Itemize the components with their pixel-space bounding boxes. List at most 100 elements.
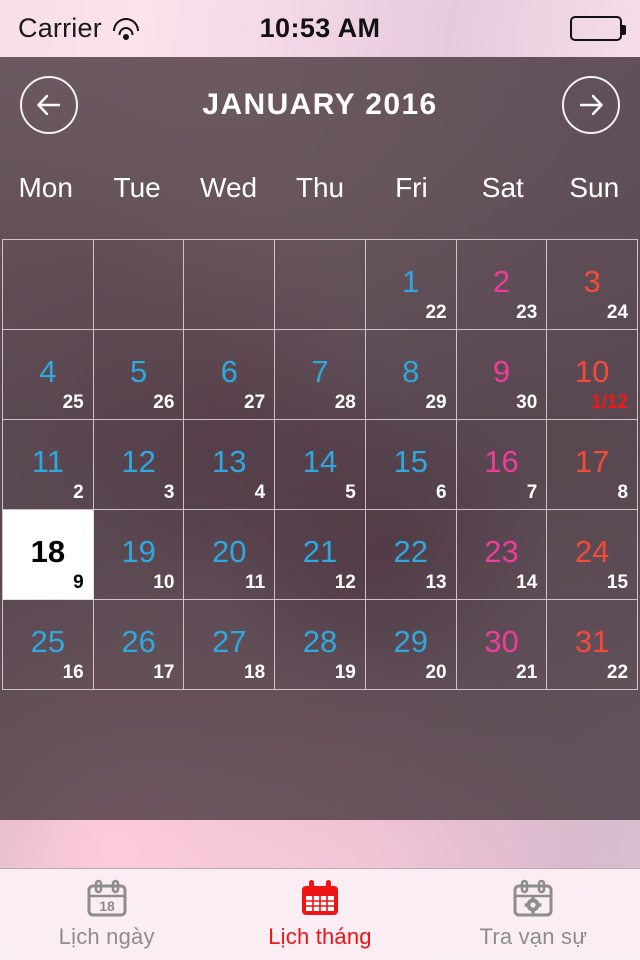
calendar-cell-empty bbox=[3, 240, 94, 330]
lunar-date: 21 bbox=[516, 662, 538, 683]
calendar-day-cell[interactable]: 13 4 bbox=[184, 420, 276, 510]
weekday-label-fri: Fri bbox=[395, 172, 428, 203]
page-title: JANUARY 2016 bbox=[202, 88, 438, 121]
svg-text:18: 18 bbox=[99, 898, 115, 914]
calendar-week-row: 18 9 19 10 20 11 21 12 22 13 23 14 24 15 bbox=[3, 510, 639, 600]
calendar-day-cell[interactable]: 31 22 bbox=[547, 600, 639, 690]
calendar-day-cell[interactable]: 5 26 bbox=[93, 330, 185, 420]
calendar-day-cell[interactable]: 30 21 bbox=[456, 600, 548, 690]
lunar-date: 4 bbox=[254, 482, 266, 503]
lunar-date: 3 bbox=[163, 482, 175, 503]
app-root: Carrier 10:53 AM JANUARY 2016 Mon Tue We… bbox=[0, 0, 640, 960]
lunar-date: 17 bbox=[153, 662, 175, 683]
calendar-day-cell[interactable]: 9 30 bbox=[456, 330, 548, 420]
solar-date: 28 bbox=[302, 623, 338, 659]
tab-calendar-day[interactable]: 18 Lịch ngày bbox=[0, 869, 213, 960]
calendar-day-cell[interactable]: 4 25 bbox=[3, 330, 94, 420]
calendar-day-cell[interactable]: 10 1/12 bbox=[547, 330, 639, 420]
lunar-date: 5 bbox=[345, 482, 356, 503]
lunar-date: 24 bbox=[606, 302, 629, 323]
solar-date: 15 bbox=[393, 443, 428, 479]
lunar-date: 19 bbox=[334, 662, 356, 683]
solar-date: 22 bbox=[393, 533, 428, 569]
tab-label: Tra vạn sự bbox=[479, 924, 588, 949]
lunar-date: 2 bbox=[73, 482, 84, 503]
solar-date: 14 bbox=[302, 443, 338, 479]
lunar-date: 12 bbox=[334, 572, 356, 593]
tab-bar: 18 Lịch ngày Lịch tháng Tra vạn sự bbox=[0, 868, 640, 960]
calendar-month-icon bbox=[301, 880, 338, 915]
calendar-day-cell[interactable]: 24 15 bbox=[547, 510, 639, 600]
lunar-date: 13 bbox=[425, 572, 447, 593]
lunar-date: 16 bbox=[62, 662, 84, 683]
status-bar: Carrier 10:53 AM bbox=[0, 0, 640, 57]
calendar-day-cell[interactable]: 23 14 bbox=[456, 510, 548, 600]
solar-date: 1 bbox=[402, 263, 420, 299]
calendar-day-cell[interactable]: 8 29 bbox=[365, 330, 457, 420]
calendar-cell-empty bbox=[275, 240, 366, 330]
tab-calendar-gear[interactable]: Tra vạn sự bbox=[427, 869, 640, 960]
lunar-date: 9 bbox=[73, 572, 84, 593]
calendar-day-cell[interactable]: 19 10 bbox=[93, 510, 185, 600]
calendar-day-icon: 18 bbox=[87, 879, 127, 917]
calendar-day-cell[interactable]: 20 11 bbox=[184, 510, 276, 600]
calendar-day-cell[interactable]: 25 16 bbox=[3, 600, 94, 690]
calendar-day-cell[interactable]: 29 20 bbox=[365, 600, 457, 690]
weekday-header-row: Mon Tue Wed Thu Fri Sat Sun bbox=[0, 172, 640, 222]
solar-date: 4 bbox=[39, 353, 57, 389]
lunar-date: 22 bbox=[606, 662, 629, 683]
solar-date: 21 bbox=[302, 533, 338, 569]
lunar-date: 28 bbox=[334, 392, 356, 413]
lunar-date: 11 bbox=[245, 572, 266, 593]
calendar-day-cell[interactable]: 2 23 bbox=[456, 240, 548, 330]
solar-date: 30 bbox=[484, 623, 519, 659]
lunar-date: 20 bbox=[425, 662, 447, 683]
solar-date: 17 bbox=[574, 443, 610, 479]
calendar-day-cell[interactable]: 12 3 bbox=[93, 420, 185, 510]
calendar-week-row: 11 2 12 3 13 4 14 5 15 6 16 7 17 8 bbox=[3, 420, 639, 510]
solar-date: 8 bbox=[402, 353, 420, 389]
solar-date: 29 bbox=[393, 623, 428, 659]
lunar-date: 6 bbox=[436, 482, 447, 503]
weekday-label-tue: Tue bbox=[113, 172, 161, 203]
lunar-date: 29 bbox=[425, 392, 447, 413]
calendar-day-cell[interactable]: 28 19 bbox=[275, 600, 366, 690]
solar-date: 12 bbox=[121, 443, 156, 479]
weekday-label-wed: Wed bbox=[200, 172, 258, 203]
calendar-cell-empty bbox=[93, 240, 185, 330]
solar-date: 13 bbox=[212, 443, 247, 479]
status-bar-clock: 10:53 AM bbox=[259, 13, 381, 43]
battery-full-icon bbox=[570, 16, 626, 41]
solar-date: 7 bbox=[311, 353, 329, 389]
calendar-week-row: 4 25 5 26 6 27 7 28 8 29 9 30 10 1/12 bbox=[3, 330, 639, 420]
calendar-day-cell[interactable]: 21 12 bbox=[275, 510, 366, 600]
tab-calendar-month[interactable]: Lịch tháng bbox=[213, 869, 426, 960]
calendar-day-cell[interactable]: 27 18 bbox=[184, 600, 276, 690]
lunar-date: 25 bbox=[62, 392, 84, 413]
calendar-day-cell[interactable]: 26 17 bbox=[93, 600, 185, 690]
calendar-day-cell[interactable]: 22 13 bbox=[365, 510, 457, 600]
lunar-date: 10 bbox=[153, 572, 175, 593]
solar-date: 6 bbox=[220, 353, 238, 389]
calendar-day-cell[interactable]: 16 7 bbox=[456, 420, 548, 510]
lunar-date: 27 bbox=[244, 392, 266, 413]
lunar-date: 7 bbox=[526, 482, 538, 503]
lunar-date: 14 bbox=[516, 572, 538, 593]
solar-date: 18 bbox=[30, 533, 66, 569]
solar-date: 5 bbox=[129, 353, 148, 389]
solar-date: 9 bbox=[492, 353, 511, 389]
solar-date: 16 bbox=[484, 443, 519, 479]
calendar-day-cell[interactable]: 15 6 bbox=[365, 420, 457, 510]
calendar-day-cell[interactable]: 1 22 bbox=[365, 240, 457, 330]
calendar-day-cell[interactable]: 7 28 bbox=[275, 330, 366, 420]
solar-date: 19 bbox=[121, 533, 156, 569]
calendar-day-cell[interactable]: 11 2 bbox=[3, 420, 94, 510]
weekday-label-sat: Sat bbox=[481, 172, 524, 203]
solar-date: 26 bbox=[121, 623, 156, 659]
calendar-day-cell[interactable]: 6 27 bbox=[184, 330, 276, 420]
calendar-day-cell[interactable]: 3 24 bbox=[547, 240, 639, 330]
calendar-day-cell[interactable]: 18 9 bbox=[3, 510, 94, 600]
calendar-day-cell[interactable]: 17 8 bbox=[547, 420, 639, 510]
calendar-day-cell[interactable]: 14 5 bbox=[275, 420, 366, 510]
lunar-date: 22 bbox=[425, 302, 447, 323]
